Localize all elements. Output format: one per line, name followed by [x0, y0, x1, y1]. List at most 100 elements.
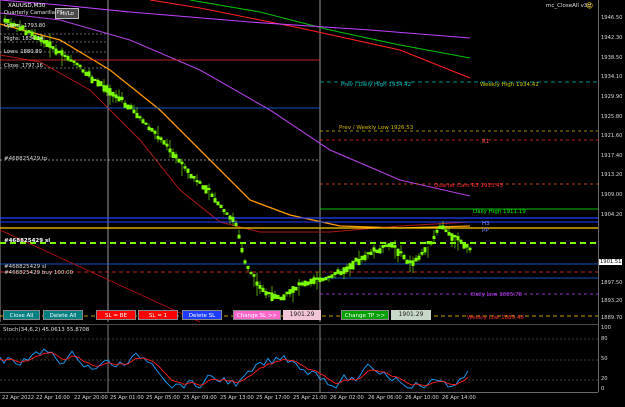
- candle-body: [60, 50, 64, 56]
- candle-body: [378, 248, 382, 254]
- candle-body: [447, 232, 451, 236]
- delete-all-button[interactable]: Delete All: [43, 310, 83, 320]
- candle-body: [54, 48, 58, 55]
- candle-body: [249, 271, 253, 274]
- stoch-tick-80: 80: [601, 336, 608, 342]
- candle-body: [324, 276, 328, 281]
- candle-body: [189, 173, 193, 179]
- candle-body: [270, 292, 274, 302]
- candle-body: [264, 291, 268, 296]
- candle-body: [150, 127, 154, 132]
- candle-body: [345, 266, 349, 272]
- level-pp: PP: [482, 228, 489, 234]
- candle-body: [165, 143, 169, 147]
- candle-body: [300, 282, 304, 286]
- expert-label: mc_CloseAll v3d: [546, 3, 591, 9]
- sl-be-button[interactable]: SL = BE: [96, 310, 136, 320]
- candle-body: [222, 209, 226, 213]
- candle-body: [51, 46, 55, 50]
- candle-body: [354, 257, 358, 262]
- candle-body: [132, 109, 136, 114]
- candle-body: [363, 254, 367, 261]
- candle-body: [96, 79, 100, 87]
- candle-body: [450, 233, 454, 241]
- candle-body: [417, 255, 421, 260]
- stoch-tick-50: 50: [601, 356, 608, 362]
- candle-body: [375, 249, 379, 253]
- candle-body: [429, 241, 433, 245]
- candle-body: [468, 247, 472, 251]
- candle-body: [393, 245, 397, 248]
- candle-body: [369, 251, 373, 256]
- candle-body: [168, 148, 172, 153]
- candle-body: [45, 39, 49, 47]
- level-prev-daily-high: Prev / Daily High 1934.42: [341, 82, 412, 88]
- change-sl-value-field[interactable]: 1901.29: [283, 310, 321, 320]
- candle-body: [384, 244, 388, 247]
- candle-body: [147, 126, 151, 131]
- ma-purple-line: [0, 0, 471, 39]
- candle-body: [294, 286, 298, 291]
- candle-body: [240, 247, 244, 253]
- candle-body: [387, 243, 391, 247]
- candle-body: [315, 277, 319, 280]
- candle-body: [462, 243, 466, 249]
- current-price-tag: 1901.51: [599, 259, 623, 265]
- change-sl-button[interactable]: Change SL >>: [233, 310, 281, 320]
- price-scale[interactable]: 1946.50 1942.30 1938.50 1934.10 1929.90 …: [598, 0, 625, 392]
- time-tick: 26 Apr 06:00: [368, 395, 402, 401]
- chart-canvas[interactable]: [0, 0, 598, 322]
- candle-body: [48, 41, 52, 48]
- candle-body: [84, 71, 88, 76]
- candle-body: [360, 255, 364, 260]
- level-prev-weekly-low: Prev / Weekly Low 1926.53: [339, 125, 414, 131]
- candle-body: [279, 296, 283, 301]
- main-chart[interactable]: XAUUSD,M30 Hi/Lo Quarterly Camarilla P1 …: [0, 0, 598, 322]
- candle-body: [174, 154, 178, 159]
- candle-body: [153, 130, 157, 134]
- stochastic-canvas[interactable]: [0, 325, 598, 393]
- candle-body: [318, 277, 322, 283]
- candle-body: [159, 137, 163, 141]
- candle-body: [330, 274, 334, 278]
- candle-body: [135, 113, 139, 119]
- candle-body: [411, 260, 415, 266]
- time-axis[interactable]: 22 Apr 2022 22 Apr 16:00 22 Apr 20:00 25…: [0, 392, 598, 407]
- candle-body: [213, 198, 217, 203]
- stochastic-panel[interactable]: Stoch(34,6,2) 45.0613 55.8708: [0, 324, 598, 393]
- sl-1-button[interactable]: SL = 1: [138, 310, 178, 320]
- change-tp-button[interactable]: Change TP >>: [341, 310, 389, 320]
- candle-body: [339, 271, 343, 276]
- candle-body: [198, 181, 202, 184]
- candle-body: [144, 122, 148, 125]
- stoch-tick-0: 0: [601, 386, 605, 392]
- close-all-button[interactable]: Close All: [3, 310, 40, 320]
- candle-body: [414, 257, 418, 262]
- ma-violet-line: [0, 12, 471, 197]
- delete-sl-button[interactable]: Delete SL: [182, 310, 222, 320]
- candle-body: [192, 175, 196, 179]
- candle-body: [216, 201, 220, 206]
- stoch-main-line: [0, 348, 469, 389]
- time-tick: 25 Apr 21:00: [293, 395, 327, 401]
- time-tick: 26 Apr 02:00: [330, 395, 364, 401]
- candle-body: [30, 31, 34, 36]
- time-tick: 26 Apr 10:00: [405, 395, 439, 401]
- change-tp-value-field[interactable]: 1901.29: [391, 310, 431, 320]
- candle-body: [3, 18, 7, 23]
- candle-body: [405, 259, 409, 264]
- candle-body: [381, 245, 385, 248]
- ma-red-line: [149, 0, 471, 79]
- candle-body: [465, 243, 469, 248]
- candle-body: [123, 102, 127, 108]
- candle-body: [93, 78, 97, 81]
- price-tick: 1942.30: [601, 35, 623, 41]
- price-tick: 1893.20: [601, 298, 623, 304]
- candle-body: [285, 291, 289, 295]
- candle-body: [78, 64, 82, 68]
- candle-body: [171, 152, 175, 158]
- candle-body: [138, 116, 142, 119]
- candle-body: [426, 240, 430, 245]
- candle-body: [204, 185, 208, 194]
- trading-chart-window: XAUUSD,M30 Hi/Lo Quarterly Camarilla P1 …: [0, 0, 625, 406]
